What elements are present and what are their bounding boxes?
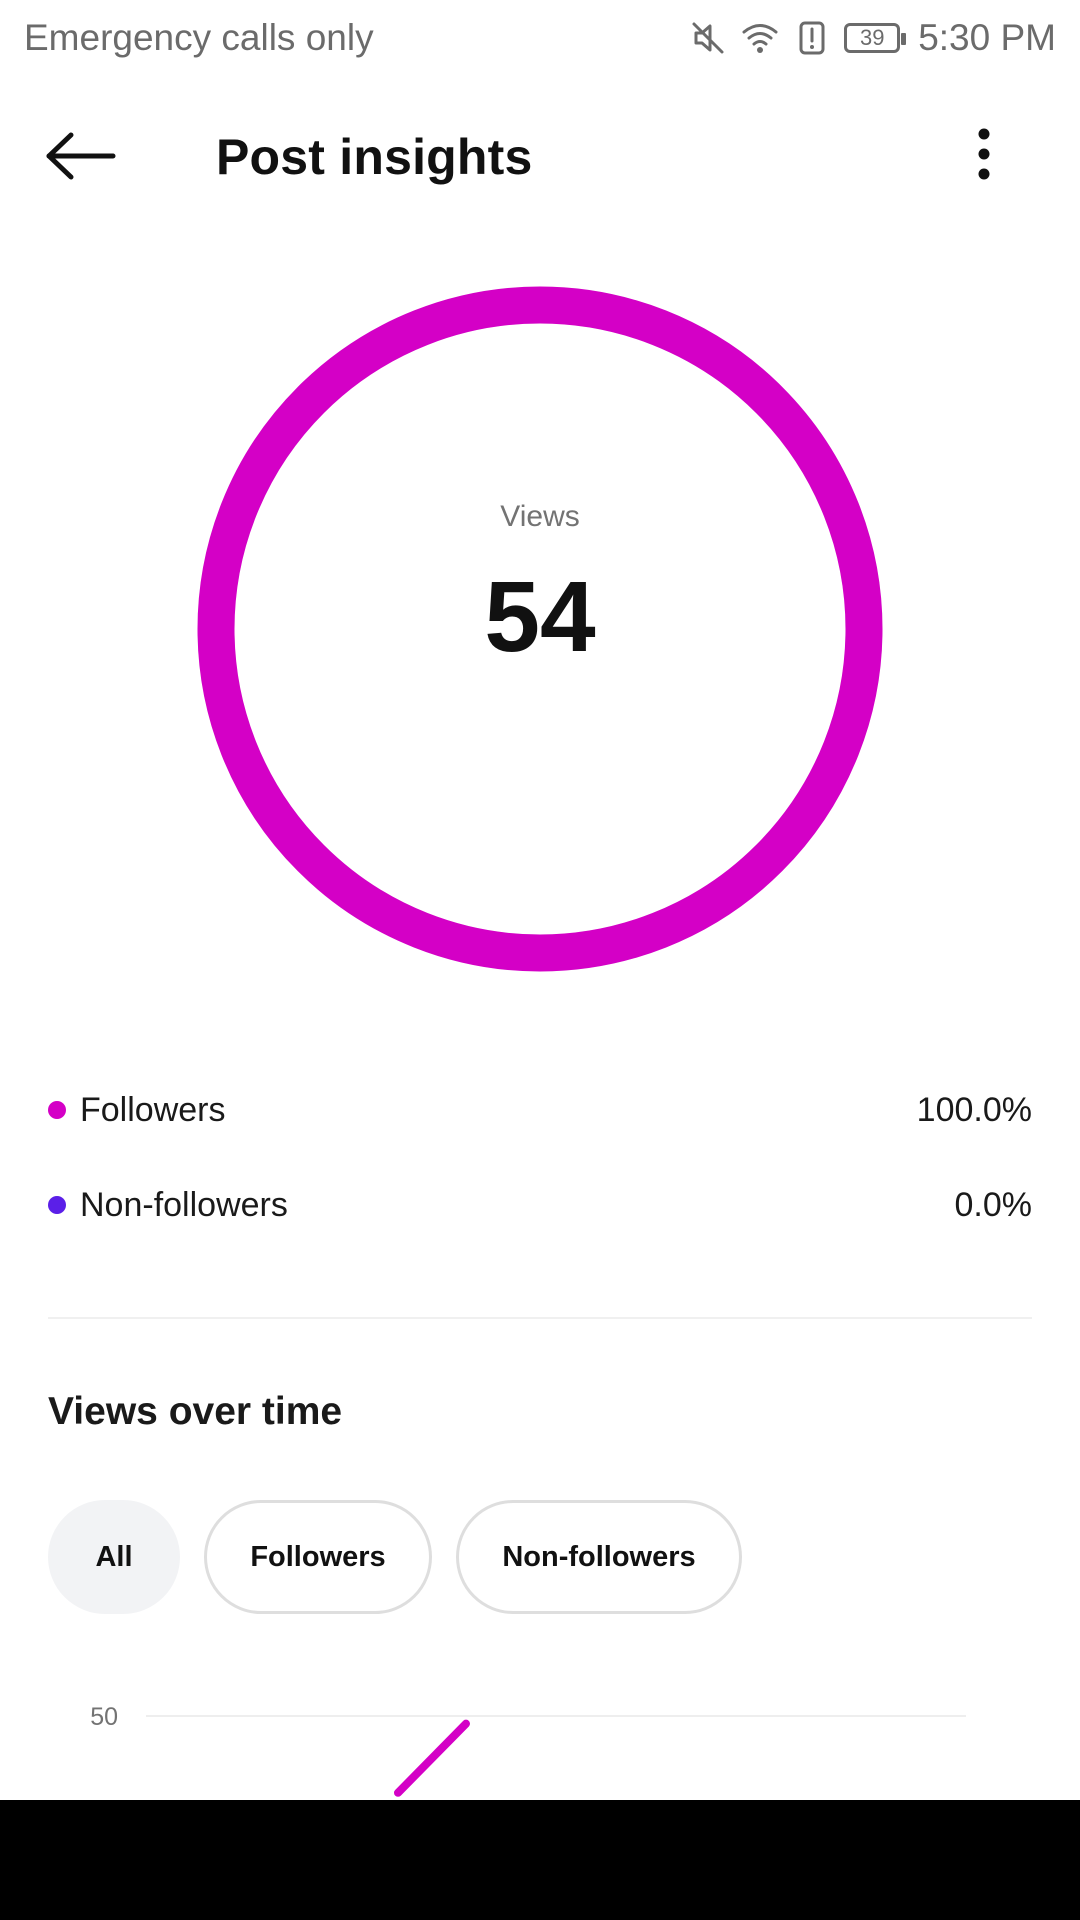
wifi-icon — [740, 18, 780, 58]
status-bar: Emergency calls only 39 5:30 PM — [0, 0, 1080, 76]
filter-chips: All Followers Non-followers — [48, 1500, 742, 1614]
back-button[interactable] — [36, 128, 126, 188]
carrier-text: Emergency calls only — [24, 17, 374, 58]
legend-label: Non-followers — [80, 1185, 288, 1224]
legend-value: 0.0% — [954, 1185, 1033, 1224]
views-ring-chart: Views 54 — [196, 285, 884, 973]
views-count: 54 — [484, 561, 596, 673]
non-followers-dot — [48, 1196, 66, 1214]
post-insights-screen: Emergency calls only 39 5:30 PM Post ins… — [0, 0, 1080, 1920]
header: Post insights — [0, 100, 1080, 215]
system-navigation-bar — [0, 1800, 1080, 1920]
filter-chip-followers[interactable]: Followers — [204, 1500, 432, 1614]
alert-icon — [792, 18, 832, 58]
more-options-button[interactable] — [960, 124, 1008, 188]
legend-label: Followers — [80, 1090, 226, 1129]
arrow-left-icon — [45, 131, 117, 186]
battery-icon: 39 — [844, 23, 907, 53]
clock: 5:30 PM — [918, 17, 1056, 58]
mute-icon — [688, 18, 728, 58]
y-tick-label: 50 — [90, 1703, 118, 1731]
divider — [48, 1317, 1032, 1319]
views-over-time-chart: 50 — [0, 1680, 1080, 1800]
section-title: Views over time — [48, 1390, 343, 1433]
legend-row-followers: Followers 100.0% — [48, 1080, 1032, 1140]
filter-chip-non-followers[interactable]: Non-followers — [456, 1500, 742, 1614]
more-vertical-icon — [977, 128, 991, 185]
views-label: Views — [500, 500, 580, 533]
page-title: Post insights — [216, 129, 533, 185]
series-line — [394, 1719, 470, 1797]
filter-chip-all[interactable]: All — [48, 1500, 180, 1614]
legend-value: 100.0% — [916, 1090, 1032, 1129]
battery-level: 39 — [859, 25, 885, 50]
legend-row-non-followers: Non-followers 0.0% — [48, 1175, 1032, 1235]
status-icons: 39 5:30 PM — [688, 17, 1056, 59]
followers-dot — [48, 1101, 66, 1119]
